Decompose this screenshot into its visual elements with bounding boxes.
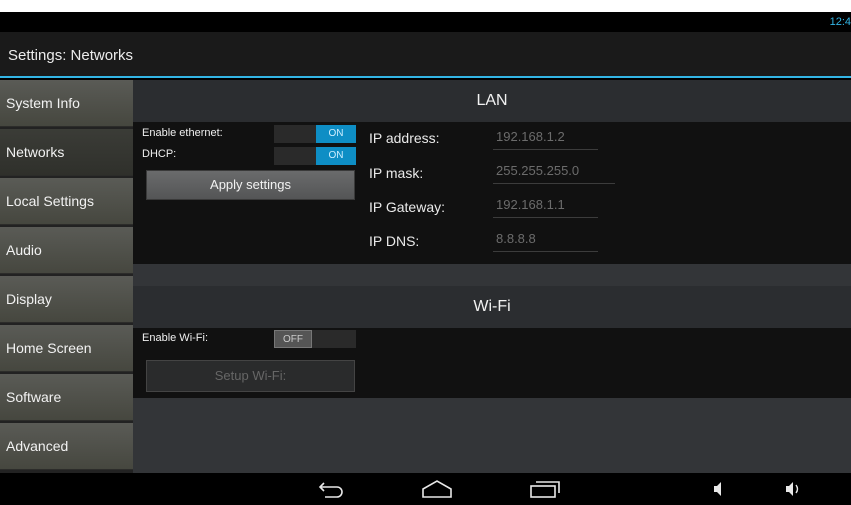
sidebar: System Info Networks Local Settings Audi…: [0, 80, 133, 473]
device-screen: 12:4 Settings: Networks System Info Netw…: [0, 12, 851, 505]
back-icon[interactable]: [315, 479, 345, 504]
lan-panel: Enable ethernet: ON DHCP: ON Apply setti…: [133, 122, 851, 264]
lan-heading: LAN: [133, 80, 851, 122]
ip-dns-field[interactable]: 8.8.8.8: [493, 228, 598, 252]
ip-dns-label: IP DNS:: [369, 233, 420, 249]
volume-up-icon[interactable]: [784, 479, 802, 504]
sidebar-item-software[interactable]: Software: [0, 374, 133, 421]
sidebar-item-home-screen[interactable]: Home Screen: [0, 325, 133, 372]
recent-apps-icon[interactable]: [528, 479, 562, 504]
page-title: Settings: Networks: [8, 47, 134, 64]
wifi-heading: Wi-Fi: [133, 286, 851, 328]
enable-wifi-toggle[interactable]: OFF: [274, 330, 356, 348]
ip-gateway-label: IP Gateway:: [369, 199, 446, 215]
sidebar-item-system-info[interactable]: System Info: [0, 80, 133, 127]
setup-wifi-button[interactable]: Setup Wi-Fi:: [146, 360, 355, 392]
action-bar: Settings: Networks: [0, 32, 851, 78]
navigation-bar: [0, 473, 851, 505]
ip-address-label: IP address:: [369, 130, 440, 146]
dhcp-label: DHCP:: [142, 148, 177, 160]
enable-ethernet-toggle[interactable]: ON: [274, 125, 356, 143]
settings-content: LAN Enable ethernet: ON DHCP: ON Apply s…: [133, 80, 851, 473]
sidebar-item-networks[interactable]: Networks: [0, 129, 133, 176]
enable-ethernet-label: Enable ethernet:: [142, 127, 223, 139]
enable-ethernet-state: ON: [316, 125, 356, 143]
apply-settings-button[interactable]: Apply settings: [146, 170, 355, 200]
status-clock: 12:4: [829, 16, 851, 28]
enable-wifi-state: OFF: [274, 330, 312, 348]
enable-wifi-label: Enable Wi-Fi:: [142, 332, 209, 344]
dhcp-state: ON: [316, 147, 356, 165]
volume-down-icon[interactable]: [712, 479, 726, 504]
ip-mask-field[interactable]: 255.255.255.0: [493, 160, 615, 184]
sidebar-item-local-settings[interactable]: Local Settings: [0, 178, 133, 225]
ip-gateway-field[interactable]: 192.168.1.1: [493, 194, 598, 218]
ip-mask-label: IP mask:: [369, 165, 424, 181]
sidebar-item-audio[interactable]: Audio: [0, 227, 133, 274]
wifi-panel: Enable Wi-Fi: OFF Setup Wi-Fi:: [133, 328, 851, 398]
sidebar-item-display[interactable]: Display: [0, 276, 133, 323]
status-bar: 12:4: [0, 12, 851, 32]
home-icon[interactable]: [420, 479, 454, 504]
dhcp-toggle[interactable]: ON: [274, 147, 356, 165]
ip-address-field[interactable]: 192.168.1.2: [493, 126, 598, 150]
sidebar-item-advanced[interactable]: Advanced: [0, 423, 133, 470]
